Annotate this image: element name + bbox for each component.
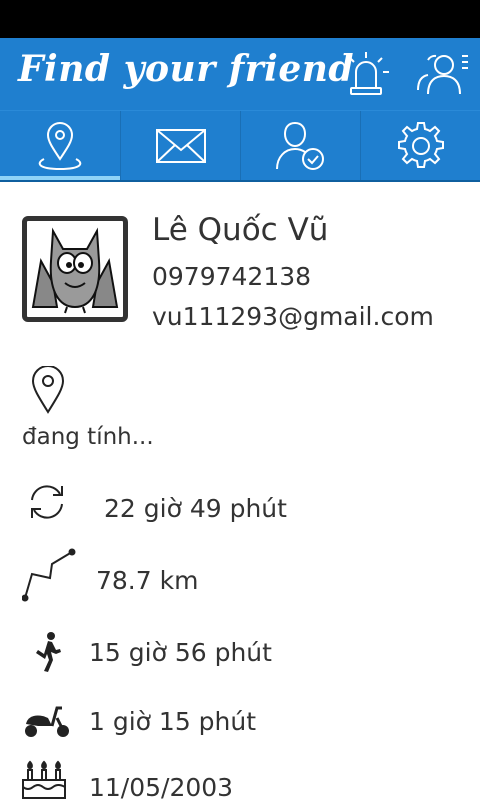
- tab-settings[interactable]: [360, 111, 480, 181]
- app-title: Find your friend: [18, 48, 355, 90]
- tab-messages[interactable]: [120, 111, 240, 181]
- location-pin-icon: [38, 122, 82, 171]
- route-icon: [21, 548, 76, 606]
- location-status: đang tính...: [22, 424, 154, 450]
- tab-divider: [0, 180, 480, 182]
- tab-bar: [0, 110, 480, 182]
- riding-time: 1 giờ 15 phút: [89, 707, 257, 736]
- friends-button[interactable]: [414, 50, 470, 98]
- alarm-button[interactable]: [340, 50, 392, 98]
- siren-icon: [343, 52, 389, 95]
- status-bar: [0, 0, 480, 38]
- update-interval: 22 giờ 49 phút: [104, 494, 287, 523]
- avatar[interactable]: [22, 216, 128, 322]
- gear-icon: [397, 122, 444, 168]
- envelope-icon: [155, 129, 206, 163]
- tab-location[interactable]: [0, 111, 120, 181]
- app-bar: Find your friend: [0, 38, 480, 110]
- profile-email[interactable]: vu111293@gmail.com: [152, 302, 434, 331]
- walking-icon: [34, 632, 64, 676]
- birthday: 11/05/2003: [89, 773, 234, 800]
- distance: 78.7 km: [96, 566, 199, 595]
- refresh-icon: [26, 482, 68, 526]
- location-icon: [30, 365, 66, 418]
- user-check-icon: [275, 121, 324, 170]
- friends-icon: [417, 54, 468, 95]
- profile-phone[interactable]: 0979742138: [152, 262, 311, 291]
- profile-name: Lê Quốc Vũ: [152, 212, 329, 248]
- walking-time: 15 giờ 56 phút: [89, 638, 272, 667]
- bat-avatar-icon: [31, 227, 119, 314]
- tab-profile[interactable]: [240, 111, 360, 181]
- scooter-icon: [22, 700, 72, 744]
- birthday-cake-icon: [20, 760, 68, 800]
